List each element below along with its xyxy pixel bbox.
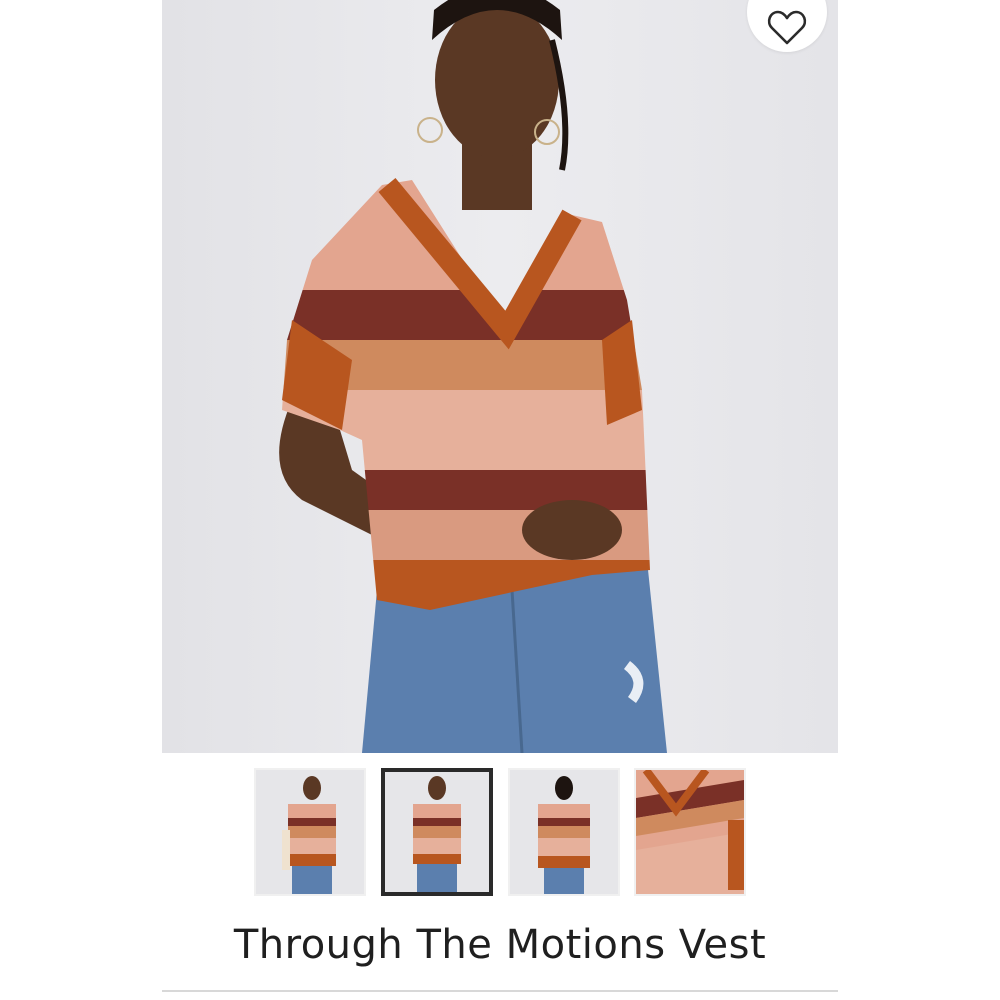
thumbnail-4-image (636, 770, 744, 894)
thumbnail-1[interactable] (254, 768, 366, 896)
product-main-image[interactable] (162, 0, 838, 753)
thumbnail-3[interactable] (508, 768, 620, 896)
thumbnail-2[interactable] (381, 768, 493, 896)
thumbnail-1-image (256, 770, 364, 894)
thumbnail-2-image (385, 772, 489, 892)
thumbnail-4[interactable] (634, 768, 746, 896)
thumbnail-3-image (510, 770, 618, 894)
divider (162, 990, 838, 992)
product-title: Through The Motions Vest (233, 922, 767, 968)
heart-outline-icon (767, 10, 807, 45)
image-thumbnails (254, 768, 746, 898)
model-photo-illustration (162, 0, 838, 753)
